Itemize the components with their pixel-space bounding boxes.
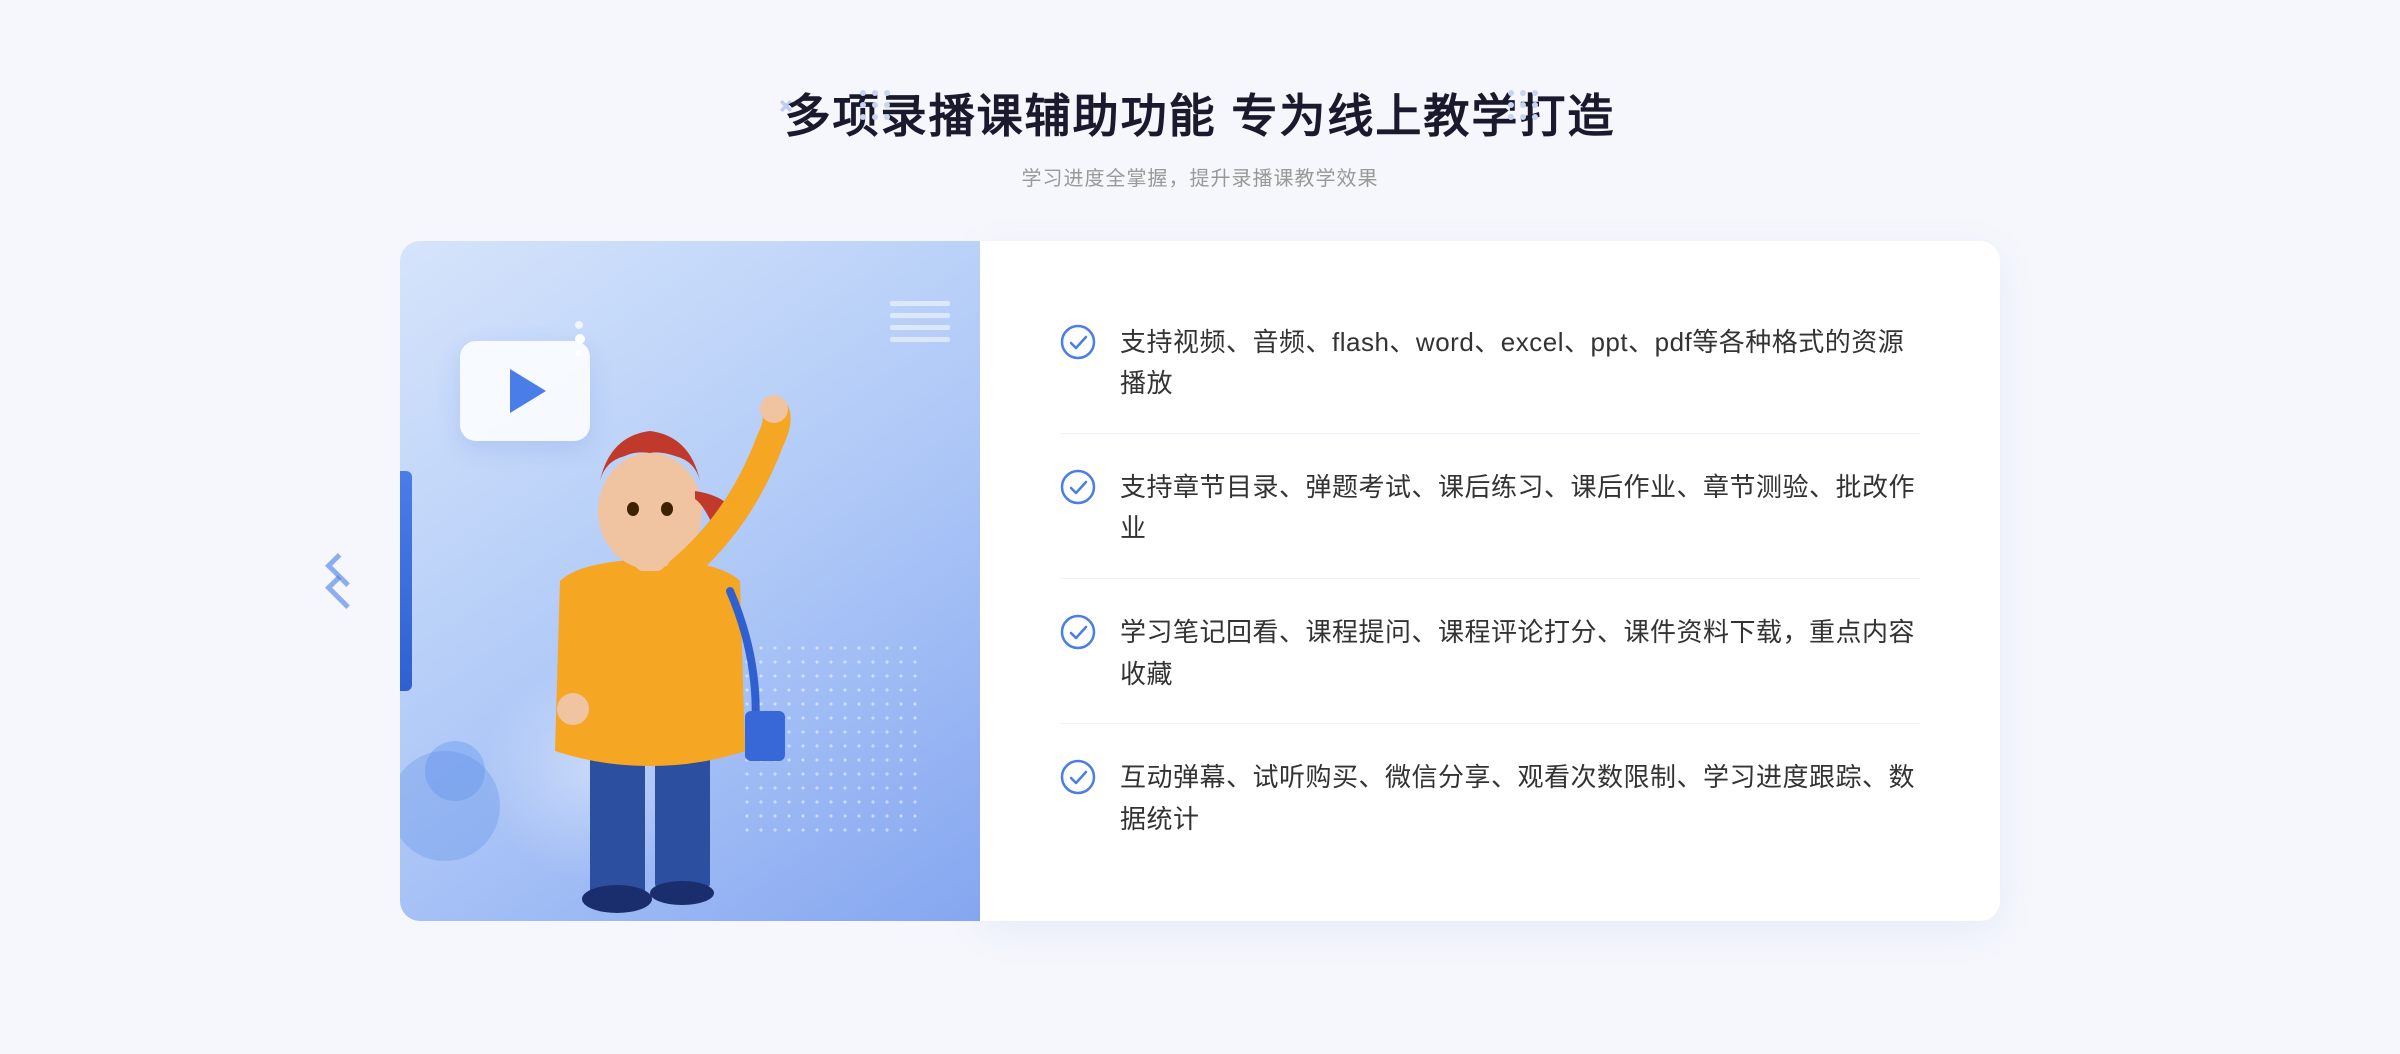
illustration-panel	[400, 241, 980, 921]
blue-accent-bar	[400, 471, 412, 691]
check-circle-icon-3	[1060, 614, 1096, 650]
feature-item-4: 互动弹幕、试听购买、微信分享、观看次数限制、学习进度跟踪、数据统计	[1060, 729, 1920, 868]
page-wrapper: 多项录播课辅助功能 专为线上教学打造 学习进度全掌握，提升录播课教学效果	[0, 40, 2400, 1014]
title-deco-right	[1508, 90, 1540, 122]
notification-dots	[575, 321, 585, 357]
person-illustration	[460, 381, 840, 921]
feature-text-1: 支持视频、音频、flash、word、excel、ppt、pdf等各种格式的资源…	[1120, 322, 1920, 405]
feature-item-1: 支持视频、音频、flash、word、excel、ppt、pdf等各种格式的资源…	[1060, 294, 1920, 434]
check-circle-icon-4	[1060, 759, 1096, 795]
features-panel: 支持视频、音频、flash、word、excel、ppt、pdf等各种格式的资源…	[980, 241, 2000, 921]
page-subtitle: 学习进度全掌握，提升录播课教学效果	[0, 162, 2400, 191]
page-title: 多项录播课辅助功能 专为线上教学打造	[785, 80, 1616, 146]
feature-text-4: 互动弹幕、试听购买、微信分享、观看次数限制、学习进度跟踪、数据统计	[1120, 757, 1920, 840]
content-area: 支持视频、音频、flash、word、excel、ppt、pdf等各种格式的资源…	[400, 241, 2000, 921]
feature-item-3: 学习笔记回看、课程提问、课程评论打分、课件资料下载，重点内容收藏	[1060, 584, 1920, 724]
title-row: 多项录播课辅助功能 专为线上教学打造	[0, 80, 2400, 146]
chevron-left-decoration	[320, 561, 350, 601]
check-circle-icon-1	[1060, 324, 1096, 360]
feature-text-3: 学习笔记回看、课程提问、课程评论打分、课件资料下载，重点内容收藏	[1120, 612, 1920, 695]
feature-text-2: 支持章节目录、弹题考试、课后练习、课后作业、章节测验、批改作业	[1120, 467, 1920, 550]
check-circle-icon-2	[1060, 469, 1096, 505]
feature-item-2: 支持章节目录、弹题考试、课后练习、课后作业、章节测验、批改作业	[1060, 439, 1920, 579]
stripe-decoration	[890, 301, 950, 381]
title-deco-left	[860, 90, 892, 122]
header-section: 多项录播课辅助功能 专为线上教学打造 学习进度全掌握，提升录播课教学效果	[0, 80, 2400, 191]
